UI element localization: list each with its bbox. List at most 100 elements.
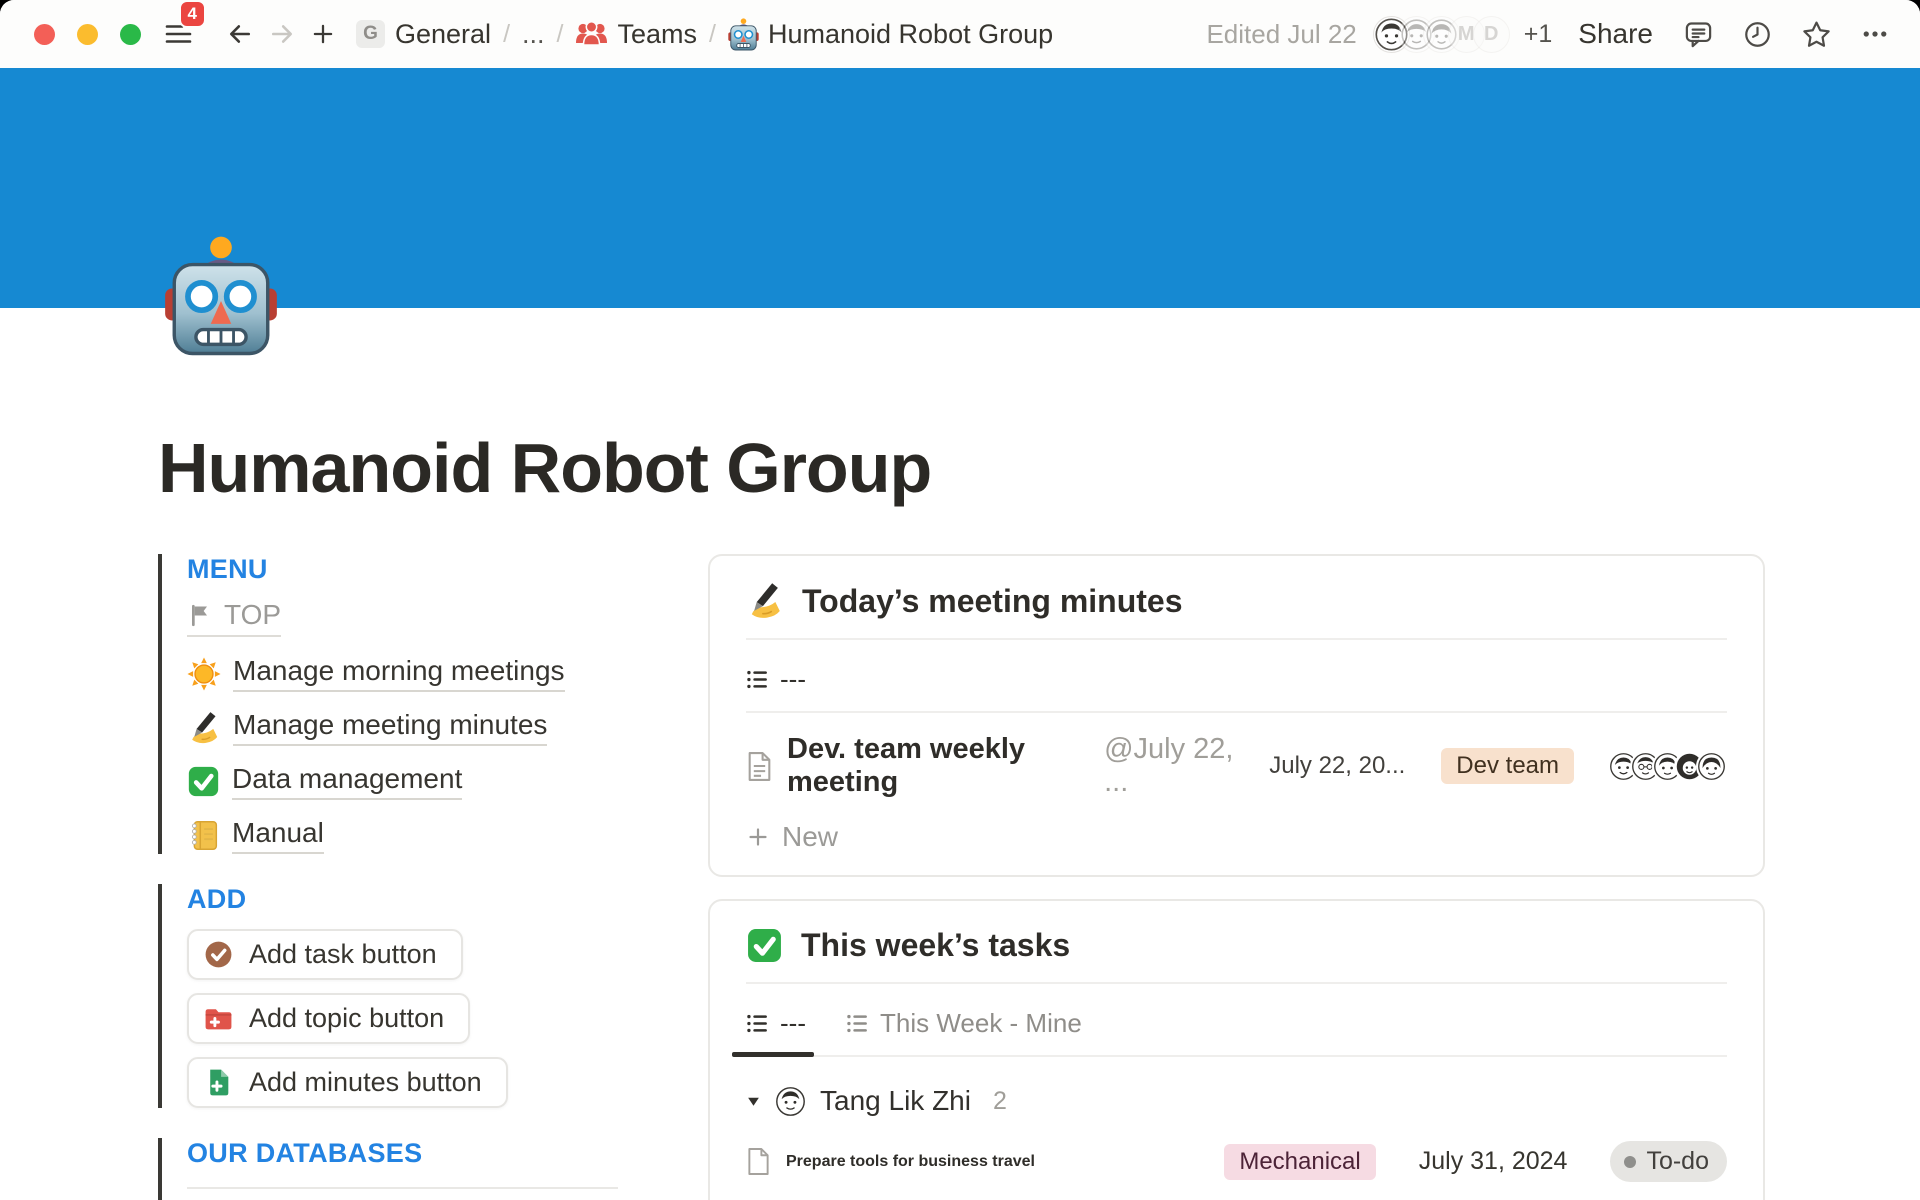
attendee-avatars — [1608, 751, 1727, 782]
green-check-icon — [187, 765, 220, 798]
back-button[interactable] — [226, 20, 254, 48]
breadcrumb: G General / ... / Teams / — [356, 18, 1053, 51]
page-cover[interactable] — [0, 68, 1920, 308]
green-check-icon — [746, 927, 783, 964]
teams-people-icon — [575, 21, 608, 47]
top-link-label: TOP — [224, 599, 281, 631]
list-view-icon — [746, 668, 769, 691]
top-link[interactable]: TOP — [187, 599, 281, 637]
breadcrumb-separator: / — [709, 20, 716, 49]
breadcrumb-separator: / — [503, 20, 510, 49]
menu-link-morning-meetings[interactable]: Manage morning meetings — [187, 655, 618, 692]
document-icon — [746, 751, 773, 782]
page-title[interactable]: Humanoid Robot Group — [158, 428, 1765, 508]
databases-heading: OUR DATABASES — [187, 1138, 618, 1169]
menu-link-meeting-minutes[interactable]: Manage meeting minutes — [187, 709, 618, 746]
list-view-icon — [746, 1012, 769, 1035]
more-members-count[interactable]: +1 — [1524, 20, 1553, 49]
add-heading: ADD — [187, 884, 618, 915]
view-tab-label: --- — [780, 1008, 806, 1039]
status-dot-icon — [1624, 1156, 1636, 1168]
meeting-row[interactable]: Dev. team weekly meeting @July 22, ... J… — [746, 713, 1727, 805]
notification-badge: 4 — [179, 0, 206, 28]
avatar-initial: D — [1473, 16, 1510, 53]
menu-link-label: Manual — [232, 817, 324, 854]
minimize-window-button[interactable] — [77, 24, 98, 45]
window-titlebar: 4 G General / ... / — [0, 0, 1920, 68]
assignee-name: Tang Lik Zhi — [820, 1085, 971, 1117]
breadcrumb-teams[interactable]: Teams — [617, 19, 697, 50]
more-options-button[interactable] — [1860, 19, 1890, 49]
add-minutes-button[interactable]: Add minutes button — [187, 1057, 508, 1108]
sun-icon — [187, 657, 221, 691]
forward-button[interactable] — [268, 20, 296, 48]
avatar — [775, 1086, 806, 1117]
favorite-star-button[interactable] — [1801, 19, 1832, 50]
view-tab-current[interactable]: --- — [746, 1008, 806, 1055]
task-row[interactable]: Prepare tools for business travel Mechan… — [746, 1127, 1727, 1196]
edited-timestamp: Edited Jul 22 — [1206, 19, 1356, 50]
due-date: July 31, 2024 — [1419, 1147, 1568, 1176]
menu-link-data-management[interactable]: Data management — [187, 763, 618, 800]
weekly-tasks-card: This week’s tasks --- — [708, 899, 1765, 1200]
menu-link-manual[interactable]: Manual — [187, 817, 618, 854]
new-meeting-button[interactable]: New — [746, 821, 1727, 853]
plus-icon — [746, 825, 770, 849]
ledger-icon — [187, 819, 220, 852]
status-badge: To-do — [1610, 1141, 1727, 1182]
robot-icon — [728, 18, 759, 51]
traffic-lights — [34, 24, 141, 45]
view-tab-this-week-mine[interactable]: This Week - Mine — [846, 1008, 1082, 1055]
breadcrumb-separator: / — [557, 20, 564, 49]
divider — [187, 1187, 618, 1189]
menu-link-label: Manage meeting minutes — [233, 709, 547, 746]
card-title: Today’s meeting minutes — [802, 583, 1183, 620]
comments-button[interactable] — [1683, 19, 1714, 50]
share-button[interactable]: Share — [1578, 18, 1653, 50]
folder-plus-icon — [203, 1003, 234, 1034]
card-title: This week’s tasks — [801, 927, 1070, 964]
breadcrumb-collapsed[interactable]: ... — [522, 19, 545, 50]
view-tab-label: This Week - Mine — [880, 1008, 1082, 1039]
team-tag: Dev team — [1441, 748, 1574, 784]
zoom-window-button[interactable] — [120, 24, 141, 45]
meeting-date-mention: @July 22, ... — [1104, 733, 1241, 799]
meeting-date: July 22, 20... — [1269, 752, 1405, 780]
collapse-triangle-icon[interactable] — [746, 1094, 761, 1109]
assignee-group-header: Tang Lik Zhi 2 — [746, 1085, 1727, 1117]
add-topic-label: Add topic button — [249, 1003, 444, 1034]
add-task-button[interactable]: Add task button — [187, 929, 463, 980]
breadcrumb-page[interactable]: Humanoid Robot Group — [768, 19, 1053, 50]
breadcrumb-general[interactable]: General — [395, 19, 491, 50]
list-view-icon — [846, 1012, 869, 1035]
meeting-title[interactable]: Dev. team weekly meeting — [787, 733, 1090, 799]
workspace-chip[interactable]: G — [356, 20, 385, 48]
close-window-button[interactable] — [34, 24, 55, 45]
viewer-avatars: M D — [1373, 16, 1510, 53]
menu-link-label: Data management — [232, 763, 462, 800]
flag-icon — [187, 603, 212, 628]
left-column: MENU TOP — [158, 554, 618, 1200]
add-minutes-label: Add minutes button — [249, 1067, 482, 1098]
task-check-icon — [203, 939, 234, 970]
writing-hand-icon — [187, 711, 221, 745]
notion-window: 4 G General / ... / — [0, 0, 1920, 1200]
view-tab[interactable]: --- — [746, 664, 806, 711]
sidebar-toggle-button[interactable]: 4 — [165, 22, 192, 46]
add-topic-button[interactable]: Add topic button — [187, 993, 470, 1044]
task-row[interactable]: Produce prototype Mechanical August 9, 2… — [746, 1196, 1727, 1200]
databases-section: OUR DATABASES Minutes DB — [158, 1138, 618, 1200]
forward-arrow-icon — [268, 20, 296, 48]
file-plus-icon — [203, 1067, 234, 1098]
page-icon-robot[interactable] — [164, 236, 278, 362]
view-tab-label: --- — [780, 664, 806, 695]
menu-heading: MENU — [187, 554, 618, 585]
updates-clock-button[interactable] — [1742, 19, 1773, 50]
new-button-label: New — [782, 821, 838, 853]
avatar — [1696, 751, 1727, 782]
new-tab-button[interactable] — [310, 21, 336, 47]
add-task-label: Add task button — [249, 939, 437, 970]
group-count: 2 — [993, 1087, 1007, 1116]
add-section: ADD Add task button — [158, 884, 618, 1108]
task-title[interactable]: Prepare tools for business travel — [786, 1153, 1035, 1171]
